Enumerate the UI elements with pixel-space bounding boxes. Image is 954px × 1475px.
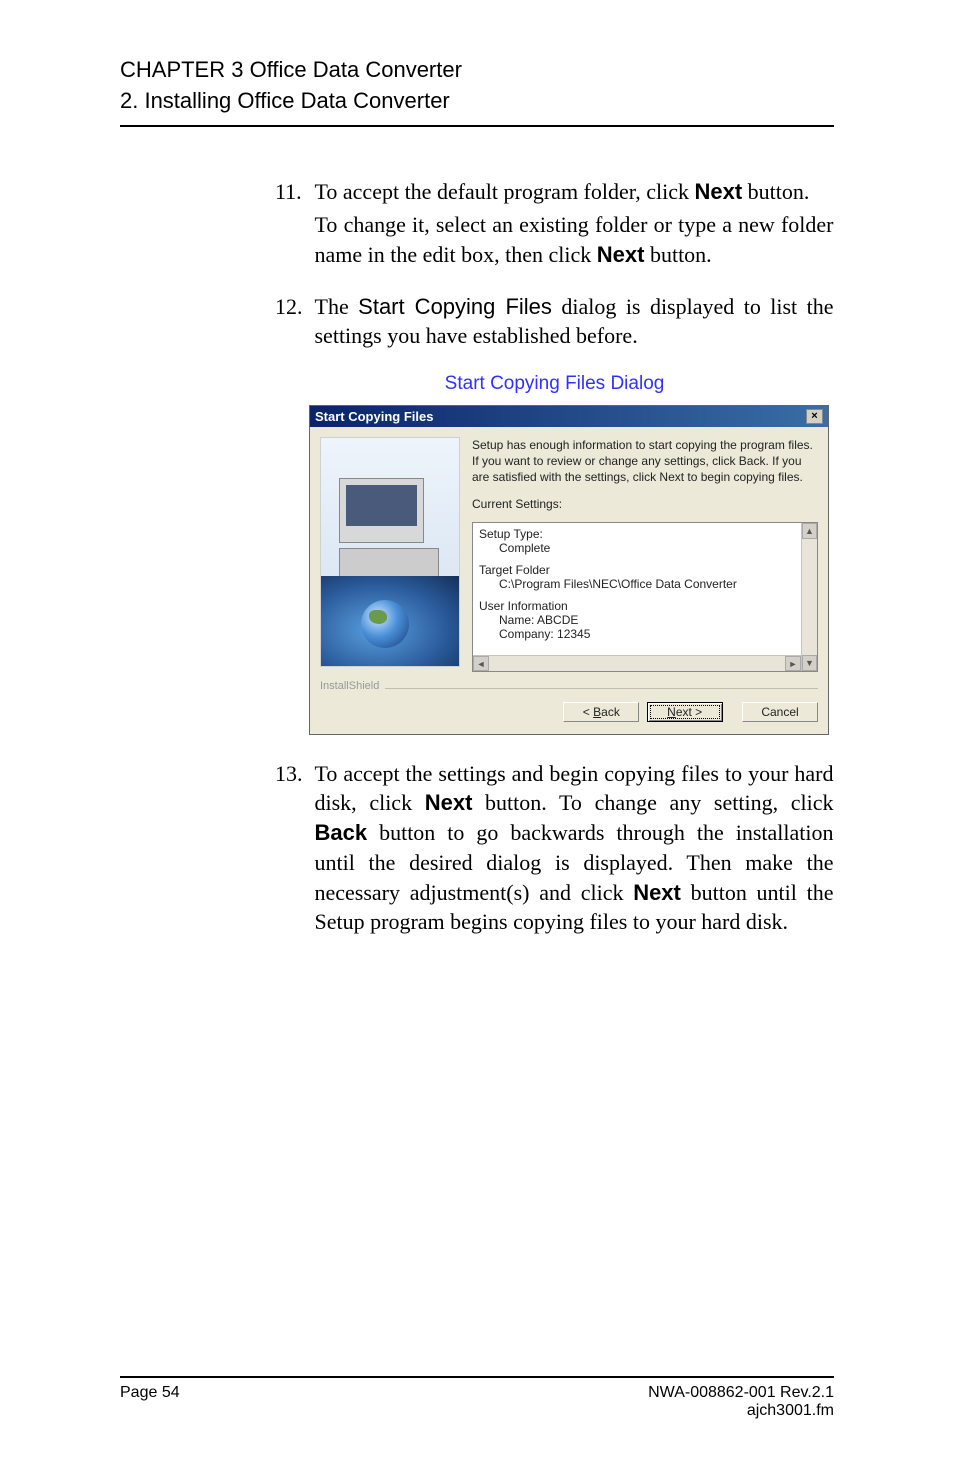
next-button[interactable]: Next > [647, 702, 723, 722]
next-mnemonic: N [667, 705, 676, 719]
next-rest: ext > [676, 705, 702, 719]
text: button. [742, 179, 809, 204]
text: The [315, 294, 359, 319]
dialog-button-row: < Back Next > Cancel [310, 696, 828, 734]
setup-type-label: Setup Type: [479, 527, 811, 541]
back-button[interactable]: < Back [563, 702, 639, 722]
step-text: To accept the default program folder, cl… [315, 177, 834, 270]
next-label: Next [633, 880, 681, 905]
next-label: Next [425, 790, 473, 815]
footer-row: Page 54 NWA-008862-001 Rev.2.1 ajch3001.… [120, 1384, 834, 1420]
step-text: To accept the settings and begin copying… [315, 759, 834, 937]
user-info-label: User Information [479, 599, 811, 613]
text: To change it, select an existing folder … [315, 212, 834, 267]
step-number: 12. [275, 292, 309, 322]
doc-filename: ajch3001.fm [648, 1402, 834, 1420]
chapter-title: CHAPTER 3 Office Data Converter [120, 55, 834, 86]
separator-line [385, 688, 818, 689]
dialog-right-pane: Setup has enough information to start co… [472, 437, 818, 672]
next-label: Next [597, 242, 645, 267]
current-settings-box: Setup Type: Complete Target Folder C:\Pr… [472, 522, 818, 672]
step-13: 13. To accept the settings and begin cop… [275, 759, 834, 937]
dialog-name: Start Copying Files [358, 294, 552, 319]
step-text: The Start Copying Files dialog is displa… [315, 292, 834, 351]
wizard-image [320, 437, 460, 667]
back-label: Back [315, 820, 368, 845]
page-header: CHAPTER 3 Office Data Converter 2. Insta… [120, 55, 834, 117]
horizontal-scrollbar[interactable]: ◄ ► [473, 655, 801, 671]
section-title: 2. Installing Office Data Converter [120, 86, 834, 117]
back-mnemonic: B [593, 705, 601, 719]
page-number: Page 54 [120, 1384, 180, 1420]
target-folder-group: Target Folder C:\Program Files\NEC\Offic… [479, 563, 811, 591]
text: button. [644, 242, 711, 267]
footer-right: NWA-008862-001 Rev.2.1 ajch3001.fm [648, 1384, 834, 1420]
setup-type-group: Setup Type: Complete [479, 527, 811, 555]
start-copying-files-dialog: Start Copying Files × Setup has enough i… [309, 405, 829, 735]
dialog-title: Start Copying Files [315, 409, 433, 424]
cancel-button[interactable]: Cancel [742, 702, 818, 722]
step-number: 13. [275, 759, 309, 789]
step-11: 11. To accept the default program folder… [275, 177, 834, 270]
scroll-down-icon[interactable]: ▼ [802, 655, 817, 671]
text: To accept the default program folder, cl… [315, 179, 695, 204]
dialog-body: Setup has enough information to start co… [310, 427, 828, 682]
step-number: 11. [275, 177, 309, 207]
next-label: Next [694, 179, 742, 204]
target-folder-value: C:\Program Files\NEC\Office Data Convert… [479, 577, 811, 591]
scroll-right-icon[interactable]: ► [785, 656, 801, 671]
target-folder-label: Target Folder [479, 563, 811, 577]
scroll-up-icon[interactable]: ▲ [802, 523, 817, 539]
header-rule [120, 125, 834, 127]
install-shield-label: InstallShield [310, 680, 828, 696]
dialog-intro-text: Setup has enough information to start co… [472, 437, 818, 486]
vertical-scrollbar[interactable]: ▲ ▼ [801, 523, 817, 671]
current-settings-label: Current Settings: [472, 496, 818, 512]
close-button[interactable]: × [806, 409, 823, 424]
user-info-group: User Information Name: ABCDE Company: 12… [479, 599, 811, 641]
figure-caption: Start Copying Files Dialog [275, 373, 834, 395]
user-company-value: Company: 12345 [479, 627, 811, 641]
step-12: 12. The Start Copying Files dialog is di… [275, 292, 834, 351]
text: button. To change any setting, click [472, 790, 833, 815]
dialog-titlebar: Start Copying Files × [310, 406, 828, 427]
back-rest: ack [601, 705, 620, 719]
scroll-left-icon[interactable]: ◄ [473, 656, 489, 671]
doc-revision: NWA-008862-001 Rev.2.1 [648, 1384, 834, 1402]
user-name-value: Name: ABCDE [479, 613, 811, 627]
page-footer: Page 54 NWA-008862-001 Rev.2.1 ajch3001.… [120, 1376, 834, 1420]
step-subtext: To change it, select an existing folder … [315, 210, 834, 269]
setup-type-value: Complete [479, 541, 811, 555]
footer-rule [120, 1376, 834, 1378]
install-shield-text: InstallShield [320, 680, 379, 692]
body-content: 11. To accept the default program folder… [120, 177, 834, 937]
